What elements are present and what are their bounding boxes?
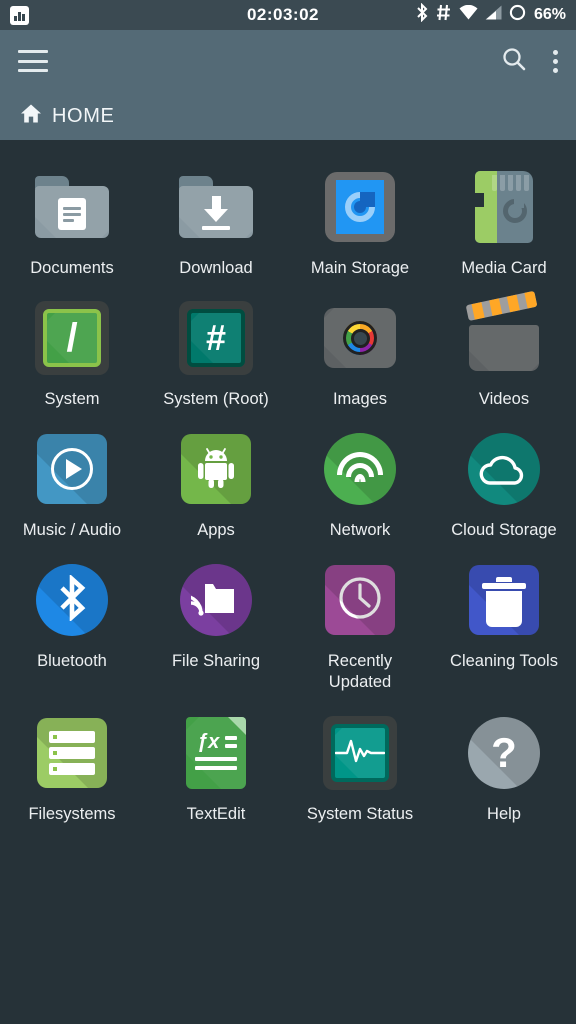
- grid-item-label: Help: [487, 804, 521, 825]
- grid-item-label: Network: [330, 520, 391, 541]
- grid-item-textedit[interactable]: ƒx TextEdit: [144, 706, 288, 837]
- grid-item-label: Main Storage: [311, 258, 409, 279]
- grid-item-label: System Status: [307, 804, 413, 825]
- grid-item-label: Documents: [30, 258, 113, 279]
- sd-card-icon: [465, 168, 543, 246]
- hash-icon: [436, 4, 452, 26]
- grid-item-documents[interactable]: Documents: [0, 160, 144, 291]
- camera-images-icon: [321, 299, 399, 377]
- grid-item-label: Cleaning Tools: [450, 651, 558, 672]
- grid-item-bluetooth[interactable]: Bluetooth: [0, 553, 144, 705]
- battery-percent: 66%: [534, 6, 566, 24]
- grid-item-system-status[interactable]: System Status: [288, 706, 432, 837]
- grid-item-main-storage[interactable]: Main Storage: [288, 160, 432, 291]
- grid-item-images[interactable]: Images: [288, 291, 432, 422]
- grid-item-music-audio[interactable]: Music / Audio: [0, 422, 144, 553]
- grid-item-label: Media Card: [461, 258, 546, 279]
- grid-item-cloud-storage[interactable]: Cloud Storage: [432, 422, 576, 553]
- system-root-slash-icon: /: [33, 299, 111, 377]
- grid-item-filesystems[interactable]: Filesystems: [0, 706, 144, 837]
- wifi-icon: [459, 5, 478, 25]
- home-icon: [20, 103, 42, 129]
- wifi-network-icon: [321, 430, 399, 508]
- grid-item-label: Filesystems: [28, 804, 115, 825]
- grid-item-label: Cloud Storage: [451, 520, 557, 541]
- grid-item-cleaning-tools[interactable]: Cleaning Tools: [432, 553, 576, 705]
- grid-item-label: Recently Updated: [296, 651, 424, 693]
- app-bar-top-row: [0, 30, 576, 92]
- system-status-monitor-icon: [321, 714, 399, 792]
- grid-item-network[interactable]: Network: [288, 422, 432, 553]
- file-sharing-icon: [177, 561, 255, 639]
- app-bar-actions: [501, 46, 558, 77]
- grid-item-system-root[interactable]: # System (Root): [144, 291, 288, 422]
- filesystems-icon: [33, 714, 111, 792]
- hamburger-menu-icon[interactable]: [18, 50, 48, 72]
- clock-recent-icon: [321, 561, 399, 639]
- heartbeat-waveform-icon: [335, 735, 385, 770]
- play-circle-audio-icon: [33, 430, 111, 508]
- bluetooth-icon: [416, 3, 429, 27]
- cellular-signal-icon: [485, 5, 502, 25]
- grid-item-label: Music / Audio: [23, 520, 121, 541]
- status-bar-clock-wrap: 02:03:02: [150, 5, 416, 25]
- android-apps-icon: [177, 430, 255, 508]
- grid-item-label: System (Root): [163, 389, 268, 410]
- system-root-hash-icon: #: [177, 299, 255, 377]
- internal-storage-icon: [321, 168, 399, 246]
- trash-can-icon: [484, 577, 524, 623]
- grid-item-download[interactable]: Download: [144, 160, 288, 291]
- grid-item-videos[interactable]: Videos: [432, 291, 576, 422]
- grid-item-label: Images: [333, 389, 387, 410]
- clapperboard-videos-icon: [465, 299, 543, 377]
- grid-item-label: Videos: [479, 389, 529, 410]
- breadcrumb-label: HOME: [52, 105, 114, 128]
- status-bar-system-icons: 66%: [416, 3, 566, 27]
- trash-cleaning-icon: [465, 561, 543, 639]
- breadcrumb[interactable]: HOME: [0, 92, 576, 140]
- android-robot-icon: [195, 445, 237, 494]
- app-bar: HOME: [0, 30, 576, 140]
- textedit-document-icon: ƒx: [177, 714, 255, 792]
- grid-item-recently-updated[interactable]: Recently Updated: [288, 553, 432, 705]
- overflow-menu-icon[interactable]: [553, 50, 558, 73]
- grid-item-apps[interactable]: Apps: [144, 422, 288, 553]
- clock-face-icon: [337, 575, 383, 626]
- grid-item-label: System: [44, 389, 99, 410]
- status-bar: 02:03:02 66%: [0, 0, 576, 30]
- home-icon-grid: Documents Download Main Storage Media Ca…: [0, 140, 576, 837]
- cloud-storage-icon: [465, 430, 543, 508]
- status-bar-clock: 02:03:02: [247, 5, 319, 24]
- bluetooth-icon: [33, 561, 111, 639]
- grid-item-help[interactable]: ? Help: [432, 706, 576, 837]
- battery-circle-icon: [509, 4, 526, 26]
- help-question-icon: ?: [465, 714, 543, 792]
- grid-item-label: File Sharing: [172, 651, 260, 672]
- grid-item-media-card[interactable]: Media Card: [432, 160, 576, 291]
- folder-documents-icon: [33, 168, 111, 246]
- grid-item-label: Apps: [197, 520, 235, 541]
- grid-item-system[interactable]: / System: [0, 291, 144, 422]
- status-bar-notifications: [10, 6, 150, 25]
- search-icon[interactable]: [501, 46, 527, 77]
- grid-item-label: Download: [179, 258, 252, 279]
- bar-chart-icon: [10, 6, 29, 25]
- folder-download-icon: [177, 168, 255, 246]
- grid-item-file-sharing[interactable]: File Sharing: [144, 553, 288, 705]
- grid-item-label: TextEdit: [187, 804, 246, 825]
- grid-item-label: Bluetooth: [37, 651, 107, 672]
